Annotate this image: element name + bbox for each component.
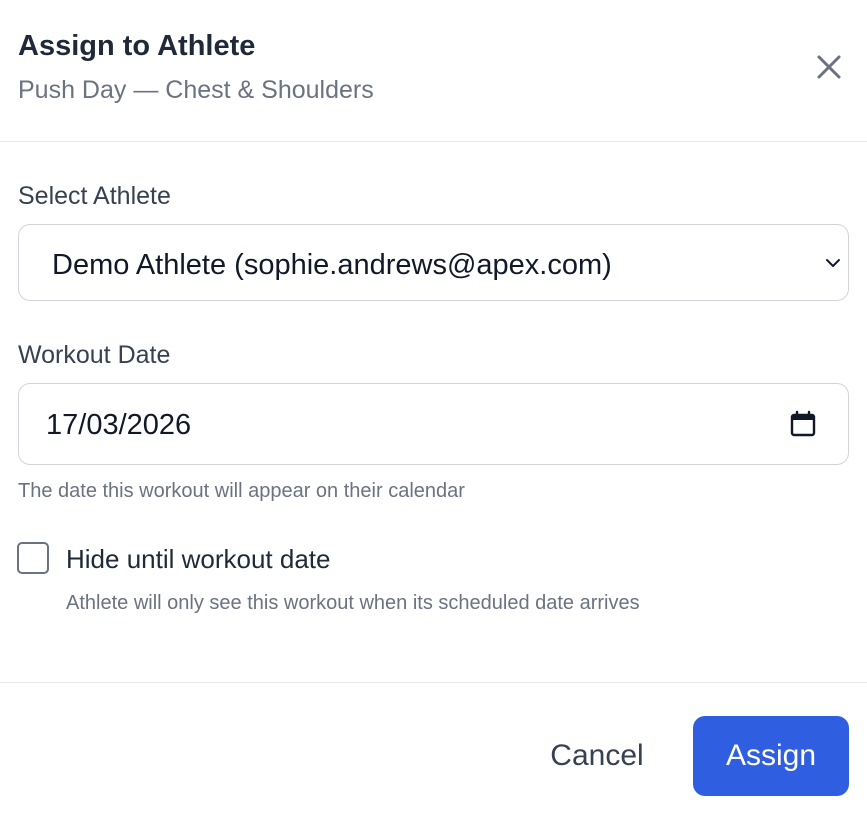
- dialog-subtitle: Push Day — Chest & Shoulders: [18, 76, 374, 104]
- workout-date-label: Workout Date: [18, 341, 171, 369]
- dialog-title: Assign to Athlete: [18, 30, 256, 62]
- hide-until-date-checkbox[interactable]: [17, 542, 49, 574]
- workout-date-input[interactable]: 17/03/2026: [18, 383, 849, 465]
- chevron-down-icon: [826, 259, 840, 267]
- athlete-select-value: Demo Athlete (sophie.andrews@apex.com): [52, 249, 612, 281]
- cancel-button[interactable]: Cancel: [527, 716, 667, 796]
- hide-until-date-hint: Athlete will only see this workout when …: [66, 592, 640, 614]
- athlete-select[interactable]: Demo Athlete (sophie.andrews@apex.com): [18, 224, 849, 301]
- dialog-header: Assign to Athlete Push Day — Chest & Sho…: [0, 0, 867, 142]
- assign-dialog: Assign to Athlete Push Day — Chest & Sho…: [0, 0, 867, 814]
- select-athlete-label: Select Athlete: [18, 182, 171, 210]
- close-button[interactable]: [810, 48, 848, 86]
- close-icon: [817, 55, 841, 79]
- footer-divider: [0, 682, 867, 683]
- assign-button[interactable]: Assign: [693, 716, 849, 796]
- workout-date-value: 17/03/2026: [46, 409, 192, 441]
- workout-date-hint: The date this workout will appear on the…: [18, 480, 465, 502]
- hide-until-date-label[interactable]: Hide until workout date: [66, 542, 330, 576]
- calendar-icon[interactable]: [789, 410, 817, 438]
